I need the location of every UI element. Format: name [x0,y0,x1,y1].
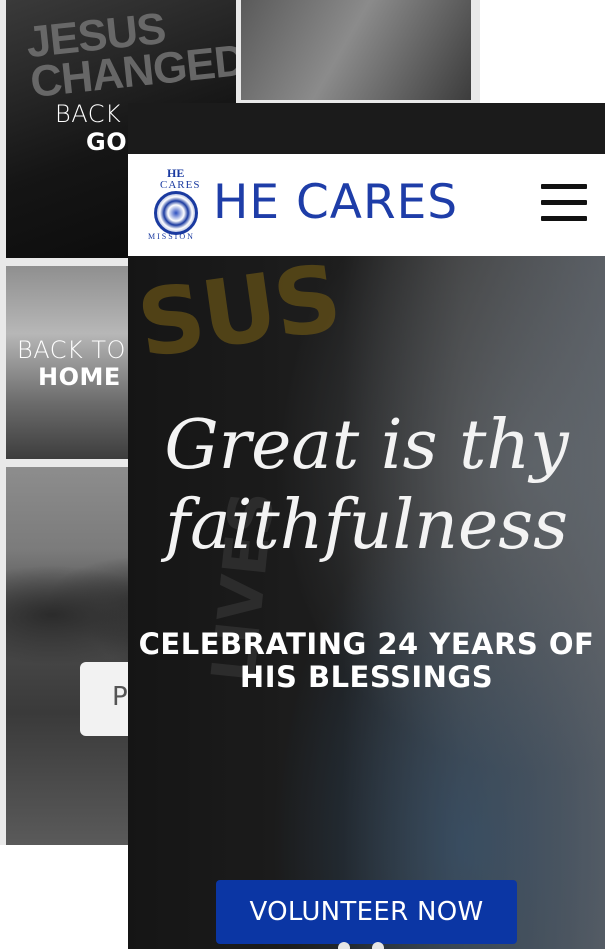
logo-cares-text: CARES [160,179,201,191]
tile-a-caption-line1: BACK [55,100,122,128]
tile-c-caption-line2: HOME [38,363,121,391]
hero-subtitle: CELEBRATING 24 YEARS OF HIS BLESSINGS [138,627,595,694]
menu-line-middle [541,200,587,205]
hero-script-title: Great is thy faithfulness [164,406,569,565]
carousel-dots [338,941,402,949]
hero-section: SUS LIVES Great is thy faithfulness CELE… [128,256,605,949]
logo-mission-text: MISSION [148,232,195,241]
status-bar [128,103,605,154]
phone-screen: HE CARES MISSION HE CARES SUS LIVES Grea… [128,103,605,949]
tshirt-print-text: JESUS CHANGED [23,3,236,108]
carousel-dot-1[interactable] [338,942,350,949]
site-header: HE CARES MISSION HE CARES [128,154,605,256]
carousel-dot-2[interactable] [372,942,385,949]
menu-line-bottom [541,216,587,221]
tile-hands-image[interactable] [241,0,471,100]
logo-emblem-icon [154,191,198,235]
menu-line-top [541,184,587,189]
tile-c-caption-line1: BACK TO [17,336,126,364]
volunteer-now-button[interactable]: VOLUNTEER NOW [216,880,517,944]
he-cares-logo[interactable]: HE CARES MISSION [148,166,208,242]
brand-title[interactable]: HE CARES [213,173,458,233]
hero-dark-overlay [128,256,605,949]
tile-a-caption-line2: GO [86,128,128,156]
hamburger-menu-icon[interactable] [541,184,587,224]
